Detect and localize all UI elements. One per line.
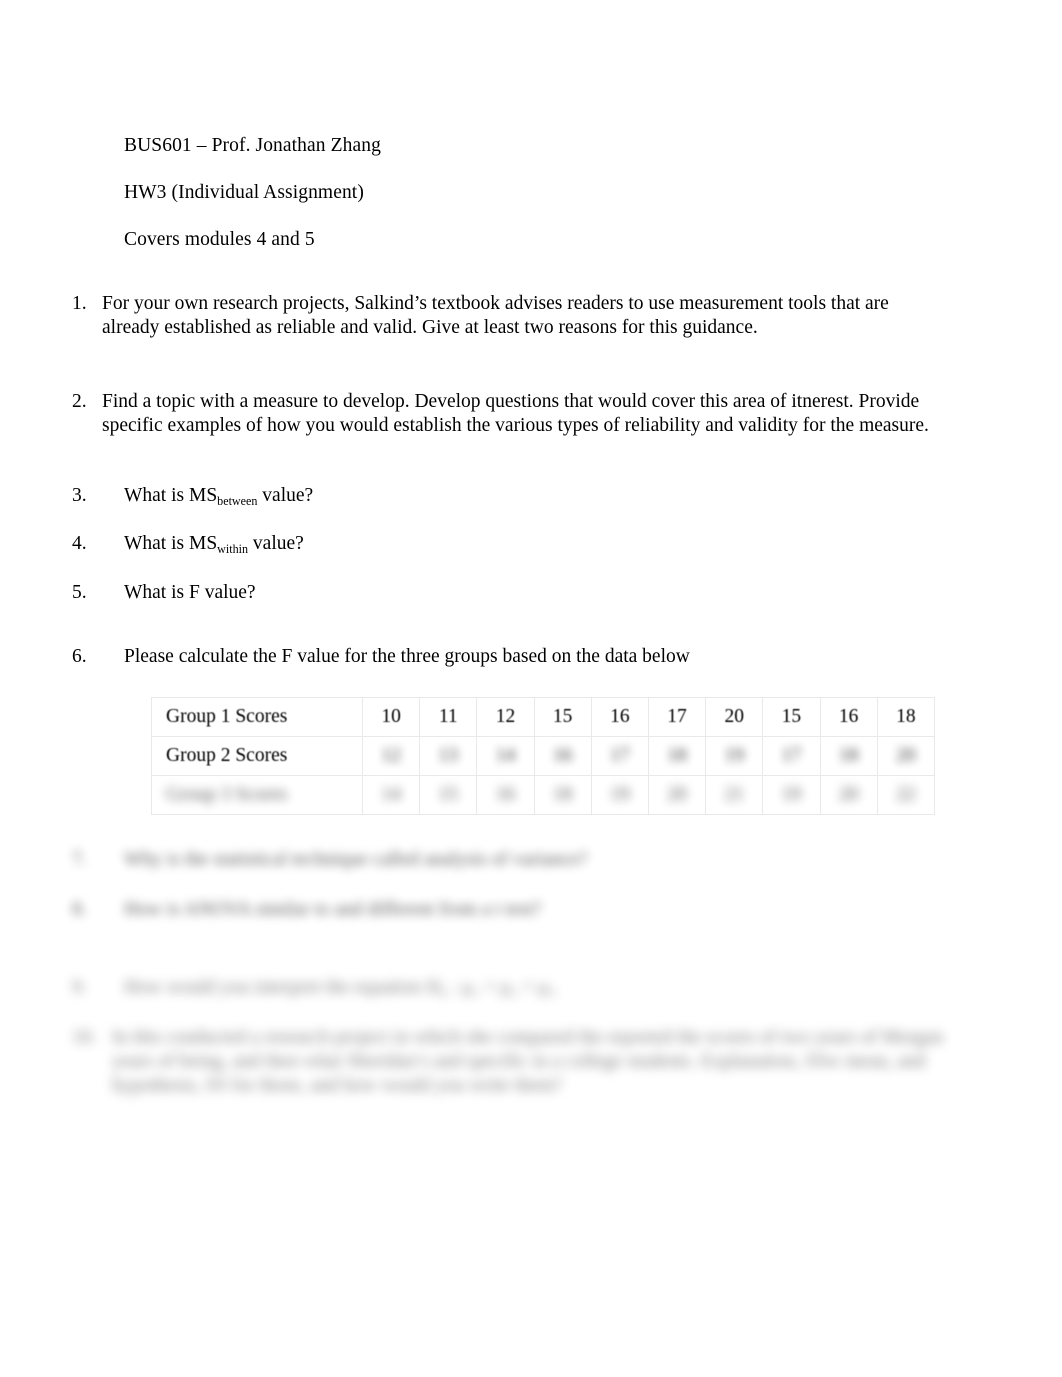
question-4-subscript: within bbox=[217, 541, 249, 556]
question-3-subscript: between bbox=[217, 493, 258, 508]
cell: 11 bbox=[419, 697, 478, 737]
question-text-6: Please calculate the F value for the thr… bbox=[124, 646, 690, 667]
cell: 15 bbox=[762, 697, 821, 737]
cell: 14 bbox=[476, 736, 535, 776]
cell: 16 bbox=[533, 736, 592, 776]
cell: 16 bbox=[476, 775, 535, 815]
question-item-5: 5. What is F value? bbox=[72, 581, 934, 605]
cell: 20 bbox=[705, 697, 764, 737]
cell: 13 bbox=[419, 736, 478, 776]
cell: 17 bbox=[762, 736, 821, 776]
header-coverage: Covers modules 4 and 5 bbox=[124, 229, 315, 250]
question-text-4: What is MSwithin value? bbox=[124, 532, 934, 557]
question-item-8: 8. How is ANOVA similar to and different… bbox=[72, 898, 952, 922]
cell: 12 bbox=[361, 736, 421, 776]
cell: 20 bbox=[647, 775, 707, 815]
cell: 17 bbox=[647, 697, 707, 737]
null-hypothesis-equation: H₀ : μ₁ = μ₂ = μ₃ bbox=[426, 977, 556, 998]
cell: 19 bbox=[590, 775, 649, 815]
table-row: Group 2 Scores 12 13 14 16 17 18 19 17 1… bbox=[151, 736, 936, 776]
question-number-4: 4. bbox=[72, 533, 87, 554]
question-item-9: 9. How would you interpret the equation … bbox=[72, 976, 952, 1000]
header-assignment-title: HW3 (Individual Assignment) bbox=[124, 182, 364, 203]
table-row: Group 3 Scores 14 15 16 18 19 20 21 19 2… bbox=[151, 775, 936, 815]
question-number-7: 7. bbox=[72, 849, 87, 870]
cell: 18 bbox=[533, 775, 592, 815]
question-number-2: 2. bbox=[72, 391, 87, 412]
cell: 21 bbox=[705, 775, 764, 815]
cell: 16 bbox=[590, 697, 649, 737]
header-course-instructor: BUS601 – Prof. Jonathan Zhang bbox=[124, 135, 381, 156]
question-9-lead: How would you interpret the equation bbox=[124, 977, 422, 998]
question-item-10: 10. In this conducted a research project… bbox=[72, 1026, 952, 1098]
cell: 20 bbox=[819, 775, 878, 815]
cell: 12 bbox=[476, 697, 535, 737]
cell: 16 bbox=[819, 697, 878, 737]
question-text-8: How is ANOVA similar to and different fr… bbox=[124, 899, 542, 920]
row-label-group-3: Group 3 Scores bbox=[151, 775, 363, 815]
question-4-tail: value? bbox=[248, 533, 304, 554]
cell: 20 bbox=[876, 736, 936, 776]
cell: 19 bbox=[762, 775, 821, 815]
question-item-3: 3. What is MSbetween value? bbox=[72, 484, 934, 509]
question-text-7: Why is the statistical technique called … bbox=[124, 849, 588, 870]
cell: 15 bbox=[419, 775, 478, 815]
table-row: Group 1 Scores 10 11 12 15 16 17 20 15 1… bbox=[151, 697, 936, 737]
document-page: BUS601 – Prof. Jonathan Zhang HW3 (Indiv… bbox=[0, 0, 1062, 1377]
question-text-5: What is F value? bbox=[124, 582, 256, 603]
cell: 18 bbox=[876, 697, 936, 737]
cell: 14 bbox=[361, 775, 421, 815]
question-text-1: For your own research projects, Salkind’… bbox=[102, 293, 889, 338]
cell: 10 bbox=[361, 697, 421, 737]
cell: 15 bbox=[533, 697, 592, 737]
question-text-3: What is MSbetween value? bbox=[124, 484, 934, 509]
question-item-2: 2. Find a topic with a measure to develo… bbox=[72, 390, 934, 438]
cell: 18 bbox=[819, 736, 878, 776]
question-4-lead: What is MS bbox=[124, 533, 218, 554]
question-3-lead: What is MS bbox=[124, 485, 218, 506]
question-number-3: 3. bbox=[72, 485, 87, 506]
question-number-10: 10. bbox=[72, 1027, 97, 1048]
question-number-6: 6. bbox=[72, 646, 87, 667]
question-number-9: 9. bbox=[72, 977, 87, 998]
question-item-1: 1. For your own research projects, Salki… bbox=[72, 292, 934, 340]
cell: 19 bbox=[705, 736, 764, 776]
question-item-4: 4. What is MSwithin value? bbox=[72, 532, 934, 557]
cell: 22 bbox=[876, 775, 936, 815]
cell: 18 bbox=[647, 736, 707, 776]
row-label-group-1: Group 1 Scores bbox=[151, 697, 363, 737]
question-number-8: 8. bbox=[72, 899, 87, 920]
question-3-tail: value? bbox=[257, 485, 314, 506]
question-number-1: 1. bbox=[72, 293, 87, 314]
cell: 17 bbox=[590, 736, 649, 776]
document-header: BUS601 – Prof. Jonathan Zhang HW3 (Indiv… bbox=[124, 122, 904, 263]
question-item-6: 6. Please calculate the F value for the … bbox=[72, 645, 934, 669]
question-number-5: 5. bbox=[72, 582, 87, 603]
question-text-2: Find a topic with a measure to develop. … bbox=[102, 391, 929, 436]
group-scores-table: Group 1 Scores 10 11 12 15 16 17 20 15 1… bbox=[151, 697, 936, 815]
row-label-group-2: Group 2 Scores bbox=[151, 736, 363, 776]
question-text-9: How would you interpret the equation H₀ … bbox=[124, 976, 952, 1000]
question-item-7: 7. Why is the statistical technique call… bbox=[72, 848, 952, 872]
question-text-10: In this conducted a research project in … bbox=[112, 1027, 944, 1096]
